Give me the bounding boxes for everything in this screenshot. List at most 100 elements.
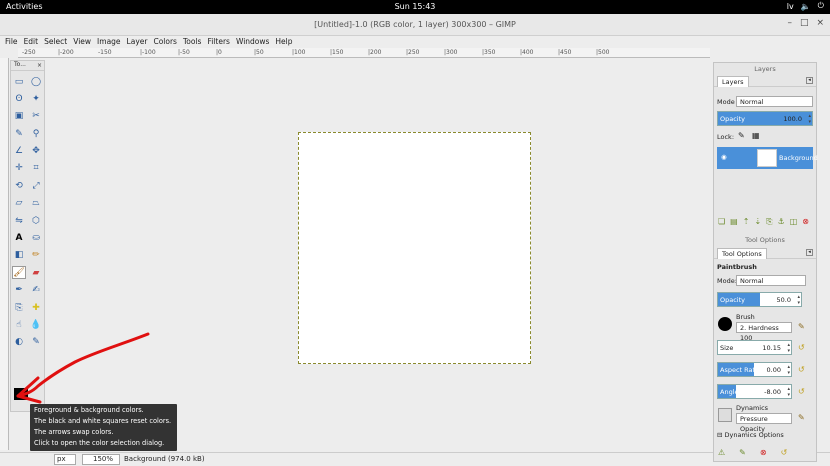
color-picker-icon[interactable]: ✎	[12, 127, 26, 140]
menu-windows[interactable]: Windows	[233, 36, 272, 48]
new-layer-icon[interactable]: ❏	[718, 217, 725, 227]
restore-options-icon[interactable]: ✎	[739, 448, 746, 457]
volume-icon[interactable]: 🔈	[801, 2, 811, 11]
ellipse-select-icon[interactable]: ◯	[29, 75, 43, 88]
dynamics-select[interactable]: Pressure Opacity	[736, 413, 792, 433]
foreground-color[interactable]	[14, 388, 28, 400]
delete-options-icon[interactable]: ⊗	[760, 448, 767, 457]
lock-pixels-icon[interactable]: ✎	[738, 131, 745, 140]
reset-size-icon[interactable]: ↺	[798, 343, 805, 352]
bucket-fill-icon[interactable]: ⛀	[29, 232, 43, 245]
shear-icon[interactable]: ▱	[12, 197, 26, 210]
pencil-icon[interactable]: ✏	[29, 249, 43, 262]
unit-select[interactable]: px	[54, 454, 76, 465]
tab-layers[interactable]: Layers	[717, 76, 749, 87]
heal-icon[interactable]: ✚	[29, 301, 43, 314]
perspective-icon[interactable]: ⏢	[29, 197, 43, 210]
vertical-ruler[interactable]	[0, 58, 9, 450]
edit-brush-icon[interactable]: ✎	[798, 322, 805, 331]
tool-opacity-slider[interactable]: Opacity 50.0 ▴ ▾	[717, 292, 802, 307]
layer-row[interactable]: ◉ Background	[717, 147, 818, 169]
reset-angle-icon[interactable]: ↺	[798, 387, 805, 396]
zoom-select[interactable]: 150%	[82, 454, 120, 465]
menu-tools[interactable]: Tools	[180, 36, 204, 48]
minimize-button[interactable]: –	[787, 18, 792, 28]
measure-icon[interactable]: ∠	[12, 145, 26, 158]
delete-layer-icon[interactable]: ⊗	[802, 217, 809, 227]
menu-layer[interactable]: Layer	[124, 36, 151, 48]
zoom-icon[interactable]: ⚲	[29, 127, 43, 140]
cage-icon[interactable]: ⬡	[29, 214, 43, 227]
layer-name[interactable]: Background	[779, 154, 818, 162]
spin-icon[interactable]: ▴ ▾	[787, 386, 790, 398]
panel-menu-button[interactable]: ◂	[806, 77, 813, 84]
airbrush-icon[interactable]: ✒	[12, 284, 26, 297]
menu-view[interactable]: View	[70, 36, 94, 48]
toolbox-close-button[interactable]: ×	[37, 62, 42, 69]
menu-image[interactable]: Image	[94, 36, 124, 48]
menu-file[interactable]: File	[2, 36, 21, 48]
spin-icon[interactable]: ▴ ▾	[787, 342, 790, 354]
blur-icon[interactable]: 💧	[29, 318, 43, 331]
raise-layer-icon[interactable]: ⇡	[743, 217, 750, 227]
new-group-icon[interactable]: ▤	[730, 217, 738, 227]
ink-icon[interactable]: ✍	[29, 284, 43, 297]
align-icon[interactable]: ✛	[12, 162, 26, 175]
rotate-icon[interactable]: ⟲	[12, 179, 26, 192]
save-options-icon[interactable]: ⚠	[718, 448, 725, 457]
angle-slider[interactable]: Angle -8.00 ▴ ▾	[717, 384, 792, 399]
panel-menu-button[interactable]: ◂	[806, 249, 813, 256]
fuzzy-select-icon[interactable]: ✦	[29, 92, 43, 105]
maximize-button[interactable]: □	[800, 18, 809, 28]
brush-name[interactable]: 2. Hardness 100	[736, 322, 792, 342]
color-select-icon[interactable]: ▣	[12, 110, 26, 123]
spin-icon[interactable]: ▴ ▾	[808, 113, 811, 125]
layers-opacity-slider[interactable]: Opacity 100.0 ▴ ▾	[717, 111, 813, 126]
spin-icon[interactable]: ▴ ▾	[787, 364, 790, 376]
duplicate-layer-icon[interactable]: ⎘	[766, 217, 772, 227]
paintbrush-icon[interactable]: 🖌	[12, 266, 26, 280]
menu-colors[interactable]: Colors	[150, 36, 180, 48]
anchor-layer-icon[interactable]: ⚓	[778, 217, 785, 227]
menu-filters[interactable]: Filters	[204, 36, 232, 48]
aspect-ratio-slider[interactable]: Aspect Ratio 0.00 ▴ ▾	[717, 362, 792, 377]
brush-preview[interactable]	[718, 317, 732, 331]
menu-edit[interactable]: Edit	[21, 36, 42, 48]
edit-dynamics-icon[interactable]: ✎	[798, 413, 805, 422]
fg-bg-color-swatch[interactable]	[12, 386, 34, 406]
scissors-icon[interactable]: ✂	[29, 110, 43, 123]
lower-layer-icon[interactable]: ⇣	[754, 217, 761, 227]
text-icon[interactable]: A	[12, 232, 26, 245]
visibility-eye-icon[interactable]: ◉	[721, 153, 727, 161]
clone-icon[interactable]: ⎘	[12, 301, 26, 314]
rect-select-icon[interactable]: ▭	[12, 75, 26, 88]
eraser-icon[interactable]: ▰	[29, 266, 43, 279]
crop-icon[interactable]: ⌗	[29, 162, 43, 175]
power-icon[interactable]: ⏻	[818, 1, 824, 11]
reset-aspect-icon[interactable]: ↺	[798, 365, 805, 374]
reset-options-icon[interactable]: ↺	[781, 448, 788, 457]
flip-icon[interactable]: ⇋	[12, 214, 26, 227]
blend-icon[interactable]: ◧	[12, 249, 26, 262]
layers-mode-select[interactable]: Normal	[736, 96, 813, 107]
keyboard-layout[interactable]: lv	[787, 2, 794, 11]
clock[interactable]: Sun 15:43	[0, 2, 830, 11]
tab-tool-options[interactable]: Tool Options	[717, 248, 767, 259]
dynamics-preview[interactable]	[718, 408, 732, 422]
spin-icon[interactable]: ▴ ▾	[797, 294, 800, 306]
mask-icon[interactable]: ◫	[790, 217, 798, 227]
dynamics-options-expander[interactable]: ⊟ Dynamics Options	[717, 431, 784, 439]
move-icon[interactable]: ✥	[29, 145, 43, 158]
size-slider[interactable]: Size 10.15 ▴ ▾	[717, 340, 792, 355]
scale-icon[interactable]: ⤢	[29, 179, 43, 192]
image-canvas[interactable]	[298, 132, 531, 364]
menu-help[interactable]: Help	[272, 36, 295, 48]
free-select-icon[interactable]: ʘ	[12, 92, 26, 105]
menu-select[interactable]: Select	[41, 36, 70, 48]
close-button[interactable]: ×	[816, 18, 824, 28]
paths-icon[interactable]: ✎	[29, 336, 43, 349]
dodge-burn-icon[interactable]: ◐	[12, 336, 26, 349]
lock-alpha-icon[interactable]: ▦	[752, 131, 760, 140]
paint-mode-select[interactable]: Normal	[736, 275, 806, 286]
smudge-icon[interactable]: ☝	[12, 318, 26, 331]
